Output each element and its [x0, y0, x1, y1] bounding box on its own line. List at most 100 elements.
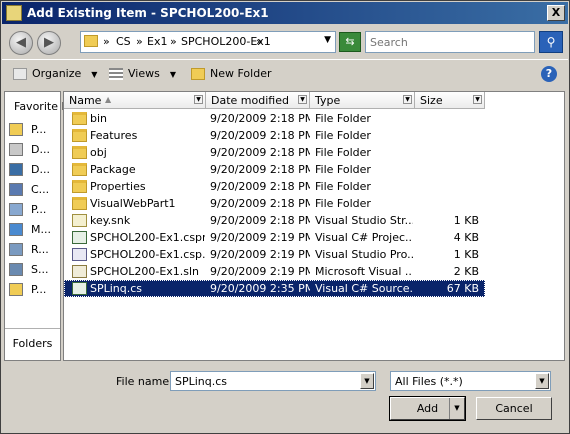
address-separator: » — [103, 35, 110, 48]
search-button[interactable]: ⚲ — [539, 31, 563, 53]
favorite-link-label: C... — [31, 183, 50, 196]
breadcrumb-cs[interactable]: CS — [116, 35, 131, 48]
file-row[interactable]: SPCHOL200-Ex1.csproj 9/20/2009 2:19 PM Vis… — [64, 229, 485, 246]
address-bar[interactable]: » CS » Ex1 » SPCHOL200-Ex1 » ▼ — [80, 31, 336, 53]
views-icon — [109, 68, 123, 80]
organize-label: Organize — [32, 67, 82, 80]
column-header-type[interactable]: Type ▼ — [310, 92, 415, 109]
file-type-filter[interactable]: All Files (*.*) ▼ — [390, 371, 551, 391]
favorite-link-item[interactable]: M... — [9, 222, 59, 238]
file-date-modified: 9/20/2009 2:18 PM — [210, 197, 310, 210]
desktop-icon — [9, 163, 23, 176]
folder-icon — [9, 283, 23, 296]
file-type: File Folder — [315, 180, 371, 193]
column-header-date[interactable]: Date modified ▼ — [206, 92, 310, 109]
column-header-name[interactable]: Name ▲ ▼ — [64, 92, 206, 109]
favorite-link-item[interactable]: D... — [9, 162, 59, 178]
file-row[interactable]: Package 9/20/2009 2:18 PM File Folder — [64, 161, 485, 178]
favorite-link-label: P... — [31, 283, 47, 296]
file-name-label: File name: — [116, 375, 173, 388]
command-toolbar: Organize ▼ Views ▼ New Folder ? — [2, 59, 568, 90]
file-size: 2 KB — [453, 265, 479, 278]
file-type: Visual Studio Pro... — [315, 248, 413, 261]
file-type: Visual Studio Str... — [315, 214, 413, 227]
chevron-down-icon[interactable]: ▼ — [194, 95, 203, 104]
music-icon — [9, 223, 23, 236]
add-existing-item-dialog: Add Existing Item - SPCHOL200-Ex1 X ◀ ▶ … — [0, 0, 570, 434]
recent-icon — [9, 243, 23, 256]
file-name: Features — [90, 129, 138, 142]
title-bar[interactable]: Add Existing Item - SPCHOL200-Ex1 X — [2, 2, 568, 24]
back-button[interactable]: ◀ — [9, 31, 33, 55]
column-header-size[interactable]: Size ▼ — [415, 92, 485, 109]
file-name: SPCHOL200-Ex1.csproj — [90, 231, 205, 244]
file-row[interactable]: Properties 9/20/2009 2:18 PM File Folder — [64, 178, 485, 195]
close-button[interactable]: X — [547, 5, 565, 21]
file-date-modified: 9/20/2009 2:18 PM — [210, 112, 310, 125]
file-type: File Folder — [315, 112, 371, 125]
breadcrumb-ex1[interactable]: Ex1 — [147, 35, 167, 48]
cancel-button[interactable]: Cancel — [476, 397, 552, 420]
file-row[interactable]: SPCHOL200-Ex1.csp... 9/20/2009 2:19 PM Vis… — [64, 246, 485, 263]
file-row[interactable]: obj 9/20/2009 2:18 PM File Folder — [64, 144, 485, 161]
file-name-value[interactable]: SPLinq.cs — [175, 375, 227, 388]
file-date-modified: 9/20/2009 2:18 PM — [210, 214, 310, 227]
chevron-down-icon[interactable]: ▼ — [473, 95, 482, 104]
file-size: 1 KB — [453, 248, 479, 261]
favorite-link-item[interactable]: S... — [9, 262, 59, 278]
favorite-link-item[interactable]: R... — [9, 242, 59, 258]
file-date-modified: 9/20/2009 2:18 PM — [210, 146, 310, 159]
file-name-combo[interactable]: SPLinq.cs ▼ — [170, 371, 376, 391]
file-name: SPCHOL200-Ex1.sln — [90, 265, 200, 278]
chevron-down-icon[interactable]: ▼ — [535, 373, 549, 389]
file-size: 1 KB — [453, 214, 479, 227]
file-row[interactable]: SPCHOL200-Ex1.sln 9/20/2009 2:19 PM Micros… — [64, 263, 485, 280]
searches-icon — [9, 263, 23, 276]
refresh-icon: ⇆ — [345, 35, 355, 48]
csharp-project-icon — [72, 231, 87, 244]
views-button[interactable]: Views ▼ — [109, 67, 176, 80]
favorite-link-label: D... — [31, 163, 50, 176]
favorite-links-pane: Favorite l P... D... D... C... P... M... R... S… — [4, 91, 65, 361]
project-user-file-icon — [72, 248, 87, 261]
chevron-down-icon: ▼ — [91, 70, 98, 79]
file-row[interactable]: Features 9/20/2009 2:18 PM File Folder — [64, 127, 485, 144]
new-folder-button[interactable]: New Folder — [191, 67, 271, 80]
refresh-button[interactable]: ⇆ — [339, 32, 361, 52]
chevron-down-icon[interactable]: ▼ — [324, 35, 331, 45]
file-row[interactable]: key.snk 9/20/2009 2:18 PM Visual Studio St… — [64, 212, 485, 229]
folders-toggle[interactable]: Folders — [5, 328, 60, 361]
organize-button[interactable]: Organize ▼ — [13, 67, 97, 80]
help-button[interactable]: ? — [541, 66, 557, 82]
favorite-link-item[interactable]: P... — [9, 282, 59, 298]
favorite-link-label: D... — [31, 143, 50, 156]
favorite-link-label: P... — [31, 123, 47, 136]
chevron-down-icon[interactable]: ▼ — [360, 373, 374, 389]
pictures-icon — [9, 203, 23, 216]
file-type: Visual C# Source... — [315, 282, 413, 295]
file-date-modified: 9/20/2009 2:18 PM — [210, 129, 310, 142]
favorite-link-label: S... — [31, 263, 49, 276]
favorite-link-item[interactable]: D... — [9, 142, 59, 158]
file-type: File Folder — [315, 163, 371, 176]
new-folder-label: New Folder — [210, 67, 272, 80]
file-type: File Folder — [315, 146, 371, 159]
file-date-modified: 9/20/2009 2:18 PM — [210, 180, 310, 193]
favorite-link-item[interactable]: P... — [9, 202, 59, 218]
forward-button[interactable]: ▶ — [37, 31, 61, 55]
file-row[interactable]: bin 9/20/2009 2:18 PM File Folder — [64, 110, 485, 127]
address-separator: » — [256, 35, 263, 48]
forward-arrow-icon: ▶ — [44, 35, 54, 50]
favorite-link-item[interactable]: C... — [9, 182, 59, 198]
favorite-link-item[interactable]: P... — [9, 122, 59, 138]
file-row[interactable]: SPLinq.cs 9/20/2009 2:35 PM Visual C# Sour… — [64, 280, 485, 297]
chevron-down-icon[interactable]: ▼ — [298, 95, 307, 104]
chevron-down-icon[interactable]: ▼ — [449, 398, 464, 419]
chevron-down-icon[interactable]: ▼ — [403, 95, 412, 104]
file-type-filter-value: All Files (*.*) — [395, 375, 463, 388]
add-button[interactable]: Add ▼ — [389, 396, 466, 421]
search-input[interactable] — [365, 31, 535, 53]
file-row[interactable]: VisualWebPart1 9/20/2009 2:18 PM File Fold… — [64, 195, 485, 212]
file-list: Name ▲ ▼ Date modified ▼ Type ▼ Size ▼ b… — [63, 91, 565, 361]
csharp-file-icon — [72, 282, 87, 295]
